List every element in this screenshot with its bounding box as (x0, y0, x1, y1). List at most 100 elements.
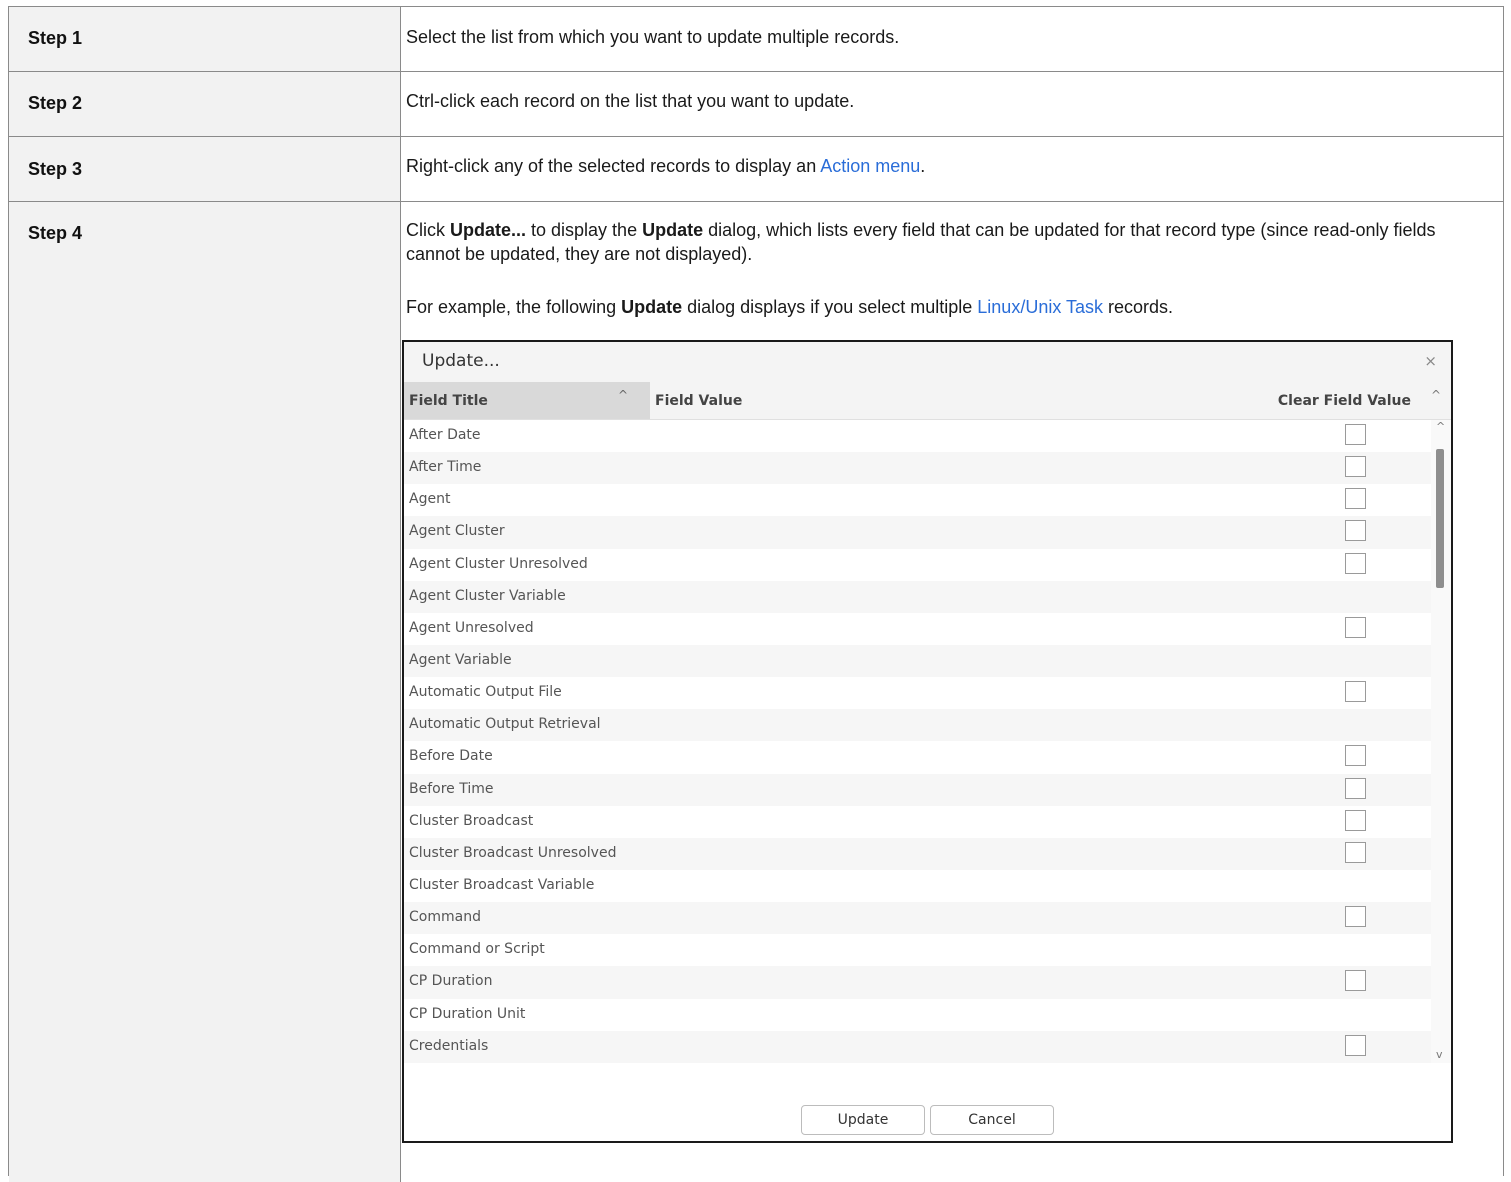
action-menu-link[interactable]: Action menu (820, 156, 920, 176)
grid-row[interactable]: Command (404, 902, 1431, 934)
text: For example, the following (406, 297, 621, 317)
grid-row[interactable]: Cluster Broadcast (404, 806, 1431, 838)
clear-field-checkbox[interactable] (1345, 810, 1366, 831)
scroll-up-arrow-icon[interactable]: ^ (1436, 420, 1445, 433)
step-paragraph-1: Click Update... to display the Update di… (406, 218, 1491, 266)
grid-row[interactable]: Before Time (404, 774, 1431, 806)
field-title: After Time (409, 459, 481, 475)
grid-row[interactable]: Agent Cluster Variable (404, 581, 1431, 613)
dialog-titlebar: Update... × (404, 342, 1451, 383)
scroll-up-icon[interactable]: ^ (1431, 388, 1441, 402)
grid-row[interactable]: Cluster Broadcast Variable (404, 870, 1431, 902)
step-text: Right-click any of the selected records … (406, 154, 1491, 178)
field-title: Agent Cluster (409, 523, 505, 539)
grid-row[interactable]: Before Date (404, 741, 1431, 773)
grid-row[interactable]: Automatic Output Retrieval (404, 709, 1431, 741)
grid-row[interactable]: Cluster Broadcast Unresolved (404, 838, 1431, 870)
field-title: Agent Cluster Variable (409, 588, 566, 604)
clear-field-checkbox[interactable] (1345, 488, 1366, 509)
field-title: CP Duration (409, 973, 492, 989)
field-title: CP Duration Unit (409, 1006, 525, 1022)
bold-text: Update... (450, 220, 526, 240)
grid-body: After Date After Time Agent Agent Cluster Ag… (404, 420, 1431, 1063)
column-header-label: Field Title (409, 393, 488, 409)
clear-field-checkbox[interactable] (1345, 906, 1366, 927)
clear-field-checkbox[interactable] (1345, 617, 1366, 638)
step-text-part: . (920, 156, 925, 176)
field-title: Cluster Broadcast (409, 813, 533, 829)
clear-field-checkbox[interactable] (1345, 456, 1366, 477)
clear-field-checkbox[interactable] (1345, 842, 1366, 863)
cancel-button[interactable]: Cancel (930, 1105, 1054, 1135)
step-text-part: Right-click any of the selected records … (406, 156, 820, 176)
grid-row[interactable]: CP Duration Unit (404, 999, 1431, 1031)
grid-row[interactable]: Agent Cluster (404, 516, 1431, 548)
field-title: Cluster Broadcast Unresolved (409, 845, 616, 861)
text: records. (1103, 297, 1173, 317)
field-title: Agent Cluster Unresolved (409, 556, 588, 572)
step-row-3: Step 3 Right-click any of the selected r… (9, 137, 1503, 202)
field-title: Agent (409, 491, 450, 507)
text: to display the (526, 220, 642, 240)
field-title: Before Time (409, 781, 494, 797)
step-label-cell: Step 4 (9, 202, 401, 1182)
grid-row[interactable]: Automatic Output File (404, 677, 1431, 709)
step-text: Select the list from which you want to u… (406, 25, 1491, 49)
close-icon[interactable]: × (1424, 352, 1437, 370)
field-title: Command (409, 909, 481, 925)
scroll-down-arrow-icon[interactable]: v (1436, 1048, 1443, 1061)
step-label: Step 3 (28, 159, 82, 180)
grid-row[interactable]: Command or Script (404, 934, 1431, 966)
vertical-scrollbar[interactable]: ^ v (1431, 420, 1451, 1063)
grid-row[interactable]: After Date (404, 420, 1431, 452)
field-title: Agent Unresolved (409, 620, 534, 636)
clear-field-checkbox[interactable] (1345, 520, 1366, 541)
column-header-clear-field-value[interactable]: Clear Field Value (1278, 393, 1411, 409)
column-header-field-value[interactable]: Field Value (655, 393, 742, 409)
step-paragraph-2: For example, the following Update dialog… (406, 295, 1491, 319)
clear-field-checkbox[interactable] (1345, 1035, 1366, 1056)
field-title: Automatic Output File (409, 684, 562, 700)
step-label: Step 4 (28, 223, 82, 244)
field-title: Credentials (409, 1038, 488, 1054)
sort-ascending-icon: ^ (618, 388, 628, 402)
field-title: Automatic Output Retrieval (409, 716, 601, 732)
grid-row[interactable]: CP Duration (404, 966, 1431, 998)
step-text: Ctrl-click each record on the list that … (406, 89, 1491, 113)
clear-field-checkbox[interactable] (1345, 424, 1366, 445)
grid-row[interactable]: After Time (404, 452, 1431, 484)
grid-row[interactable]: Agent Variable (404, 645, 1431, 677)
grid-row[interactable]: Agent Cluster Unresolved (404, 549, 1431, 581)
clear-field-checkbox[interactable] (1345, 970, 1366, 991)
field-title: Command or Script (409, 941, 545, 957)
grid-row[interactable]: Credentials (404, 1031, 1431, 1063)
field-title: Agent Variable (409, 652, 512, 668)
scrollbar-thumb[interactable] (1436, 449, 1444, 588)
update-dialog: Update... × Field Title ^ Field Value Cl… (402, 340, 1453, 1143)
field-title: Cluster Broadcast Variable (409, 877, 594, 893)
step-label: Step 1 (28, 28, 82, 49)
step-row-2: Step 2 Ctrl-click each record on the lis… (9, 72, 1503, 137)
bold-text: Update (642, 220, 703, 240)
linux-unix-task-link[interactable]: Linux/Unix Task (977, 297, 1103, 317)
text: Click (406, 220, 450, 240)
grid-row[interactable]: Agent Unresolved (404, 613, 1431, 645)
step-label-cell: Step 3 (9, 137, 401, 201)
clear-field-checkbox[interactable] (1345, 745, 1366, 766)
clear-field-checkbox[interactable] (1345, 681, 1366, 702)
grid-header: Field Title ^ Field Value Clear Field Va… (404, 382, 1451, 420)
dialog-title: Update... (422, 351, 500, 371)
text: dialog displays if you select multiple (682, 297, 977, 317)
column-header-field-title[interactable]: Field Title ^ (404, 382, 650, 419)
clear-field-checkbox[interactable] (1345, 553, 1366, 574)
field-title: Before Date (409, 748, 493, 764)
step-label: Step 2 (28, 93, 82, 114)
grid-row[interactable]: Agent (404, 484, 1431, 516)
step-label-cell: Step 2 (9, 72, 401, 136)
step-label-cell: Step 1 (9, 7, 401, 71)
update-button[interactable]: Update (801, 1105, 925, 1135)
clear-field-checkbox[interactable] (1345, 778, 1366, 799)
field-title: After Date (409, 427, 481, 443)
bold-text: Update (621, 297, 682, 317)
step-row-1: Step 1 Select the list from which you wa… (9, 7, 1503, 72)
